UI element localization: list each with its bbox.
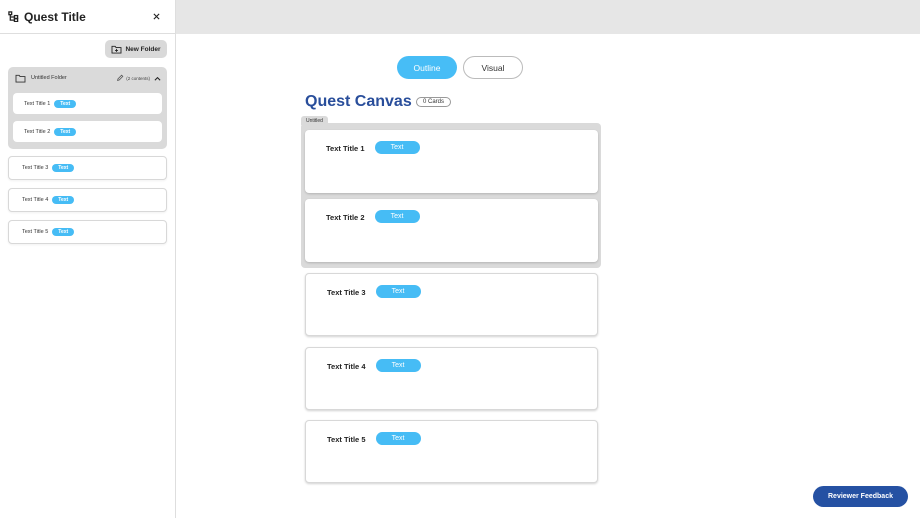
folder-count: (2 contents) — [126, 75, 150, 81]
close-icon[interactable] — [149, 10, 163, 24]
cards-count-badge: 0 Cards — [416, 97, 452, 107]
folder-icon — [15, 74, 26, 83]
folder-header[interactable]: Untitled Folder (2 contents) — [8, 67, 167, 89]
card-title: Text Title 5 — [327, 435, 366, 444]
card-title: Text Title 4 — [327, 362, 366, 371]
card[interactable]: Text Title 5 Text — [305, 420, 598, 483]
card-badge: Text — [375, 359, 421, 372]
item-badge: Text — [54, 127, 77, 136]
item-label: Text Title 5 — [22, 229, 49, 235]
item-label: Text Title 4 — [22, 197, 49, 203]
sidebar-item[interactable]: Text Title 3 Text — [8, 156, 167, 180]
card-badge: Text — [374, 210, 420, 223]
card-badge: Text — [374, 141, 420, 154]
tab-outline[interactable]: Outline — [397, 56, 457, 79]
tree-structure-icon — [8, 11, 20, 23]
top-bar — [176, 0, 920, 34]
item-label: Text Title 2 — [24, 128, 51, 135]
sidebar-header: Quest Title — [0, 0, 175, 34]
card-title: Text Title 2 — [326, 213, 365, 222]
tab-visual[interactable]: Visual — [463, 56, 523, 79]
new-folder-label: New Folder — [125, 45, 161, 53]
reviewer-feedback-button[interactable]: Reviewer Feedback — [813, 486, 908, 507]
sidebar-item[interactable]: Text Title 4 Text — [8, 188, 167, 212]
sidebar: Quest Title New Folder Untitled Folder (… — [0, 0, 176, 518]
folder-untitled[interactable]: Untitled Folder (2 contents) Text Title … — [8, 67, 167, 149]
item-badge: Text — [52, 164, 75, 172]
sidebar-title: Quest Title — [24, 9, 86, 24]
card-badge: Text — [375, 432, 421, 445]
new-folder-button[interactable]: New Folder — [105, 40, 167, 58]
item-badge: Text — [54, 99, 77, 108]
card[interactable]: Text Title 1 Text — [305, 130, 598, 193]
page-title: Quest Canvas — [305, 93, 412, 110]
edit-icon[interactable] — [116, 74, 124, 82]
folder-name: Untitled Folder — [31, 75, 67, 81]
card[interactable]: Text Title 3 Text — [305, 273, 598, 336]
view-tabs: Outline Visual — [397, 56, 523, 79]
card[interactable]: Text Title 4 Text — [305, 347, 598, 410]
card-title: Text Title 3 — [327, 288, 366, 297]
item-badge: Text — [52, 196, 75, 204]
item-label: Text Title 1 — [24, 100, 51, 107]
sidebar-item[interactable]: Text Title 5 Text — [8, 220, 167, 244]
item-badge: Text — [52, 228, 75, 236]
sidebar-folder-item[interactable]: Text Title 1 Text — [13, 93, 162, 114]
card[interactable]: Text Title 2 Text — [305, 199, 598, 262]
folder-add-icon — [112, 45, 122, 54]
item-label: Text Title 3 — [22, 165, 49, 171]
chevron-up-icon[interactable] — [154, 76, 161, 81]
card-title: Text Title 1 — [326, 144, 365, 153]
sidebar-folder-item[interactable]: Text Title 2 Text — [13, 121, 162, 142]
card-badge: Text — [375, 285, 421, 298]
